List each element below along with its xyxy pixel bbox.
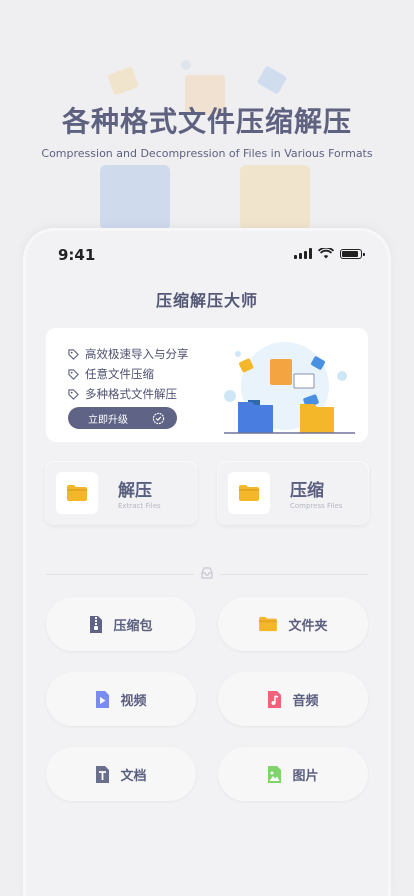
category-video[interactable]: 视频 — [46, 672, 196, 726]
category-document[interactable]: 文档 — [46, 747, 196, 801]
premium-banner[interactable]: 高效极速导入与分享 任意文件压缩 多种格式文件解压 立即升级 — [46, 328, 368, 442]
feature-text: 高效极速导入与分享 — [85, 347, 189, 361]
app-title: 压缩解压大师 — [155, 291, 258, 310]
zip-icon — [90, 615, 103, 633]
inbox-icon — [201, 567, 213, 579]
category-image[interactable]: 图片 — [218, 747, 368, 801]
audio-icon — [268, 690, 282, 708]
card-title: 压缩 — [290, 481, 324, 501]
tag-icon — [68, 388, 79, 400]
wifi-icon — [318, 248, 334, 259]
feature-item: 多种格式文件解压 — [68, 386, 177, 402]
category-folder[interactable]: 文件夹 — [218, 597, 368, 651]
feature-item: 高效极速导入与分享 — [68, 346, 189, 362]
feature-text: 任意文件压缩 — [85, 367, 154, 381]
battery-icon — [340, 249, 365, 259]
divider — [220, 574, 368, 575]
upgrade-button[interactable]: 立即升级 — [68, 407, 177, 429]
files-illustration — [224, 342, 355, 434]
category-label: 文件夹 — [288, 618, 328, 634]
card-subtitle: Compress Files — [290, 502, 343, 510]
category-zip[interactable]: 压缩包 — [46, 597, 196, 651]
signal-icon — [294, 248, 312, 259]
extract-files-card[interactable]: 解压 Extract Files — [46, 462, 196, 524]
feature-text: 多种格式文件解压 — [85, 387, 177, 401]
video-icon — [96, 690, 110, 708]
category-label: 压缩包 — [113, 618, 153, 634]
folder-icon — [259, 616, 278, 632]
category-label: 文档 — [120, 768, 147, 784]
document-icon — [96, 765, 110, 783]
icon-box — [56, 472, 98, 514]
card-subtitle: Extract Files — [118, 502, 161, 510]
card-title: 解压 — [118, 481, 152, 501]
compress-files-card[interactable]: 压缩 Compress Files — [218, 462, 368, 524]
upgrade-label: 立即升级 — [88, 414, 128, 426]
tag-icon — [68, 368, 79, 380]
divider — [46, 574, 194, 575]
image-icon — [268, 765, 282, 783]
category-label: 音频 — [292, 693, 319, 709]
promo-subtitle: Compression and Decompression of Files i… — [41, 147, 373, 160]
category-label: 图片 — [292, 768, 319, 784]
status-icons — [294, 248, 365, 259]
badge-check-icon — [152, 412, 165, 424]
background-illustration — [100, 60, 310, 230]
promo-title: 各种格式文件压缩解压 — [61, 105, 352, 138]
status-time: 9:41 — [58, 246, 96, 264]
tag-icon — [68, 348, 79, 360]
folder-icon — [239, 485, 259, 501]
feature-item: 任意文件压缩 — [68, 366, 154, 382]
icon-box — [228, 472, 270, 514]
category-audio[interactable]: 音频 — [218, 672, 368, 726]
phone-frame: 9:41 压缩解压大师 高效极速导入与分享 任意文件压缩 多种格式文件解压 立即… — [26, 231, 388, 896]
folder-icon — [67, 485, 87, 501]
category-label: 视频 — [120, 693, 147, 709]
